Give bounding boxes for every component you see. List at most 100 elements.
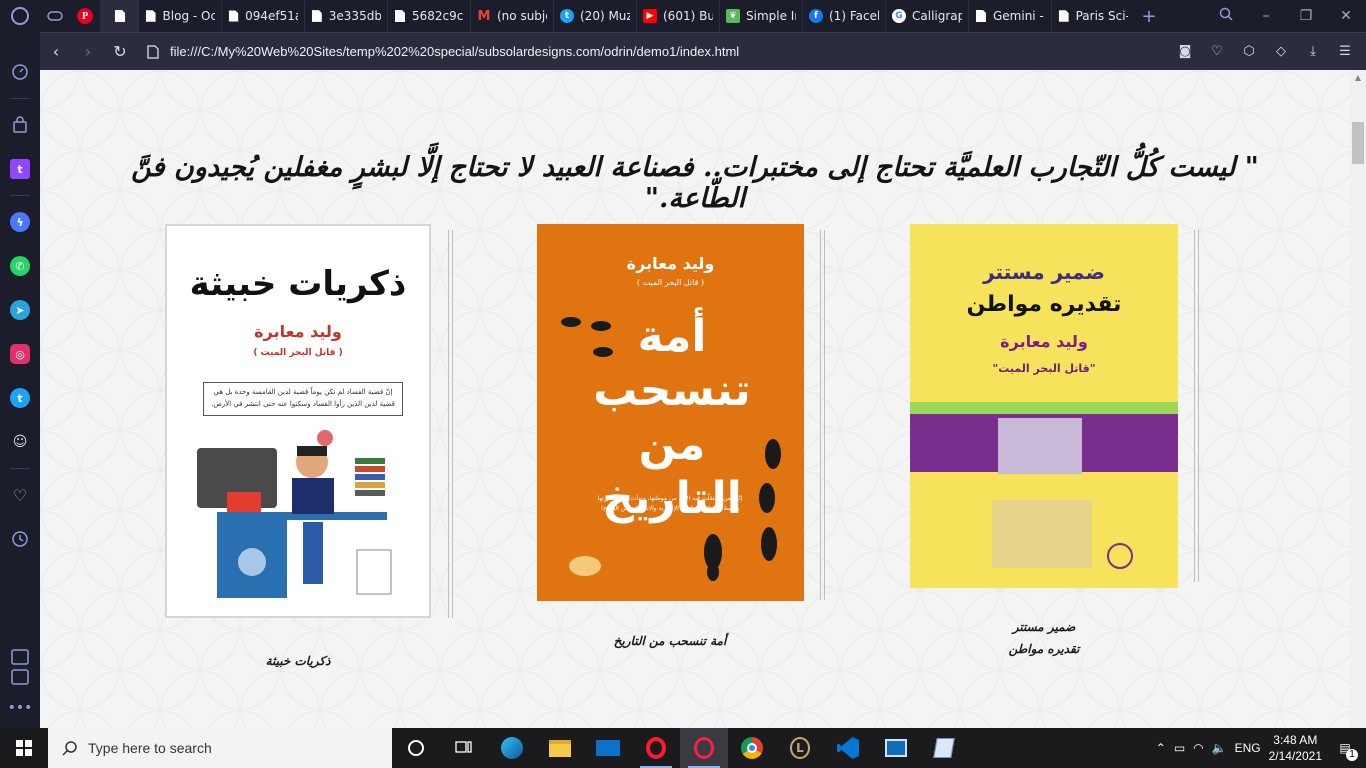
caption-line: أمة تنسحب من التاريخ [613, 634, 727, 648]
close-button[interactable]: ✕ [1326, 8, 1366, 24]
notification-button[interactable]: ▤ 1 [1330, 741, 1360, 761]
tab-file-1[interactable]: 094ef51a [221, 0, 304, 32]
tab-search-button[interactable] [1206, 7, 1246, 25]
footprints-illustration [561, 317, 781, 581]
book-cover-3[interactable]: ضمير مستتر تقديره مواطن وليد معابرة "قات… [910, 224, 1178, 588]
taskbar-opera[interactable] [632, 728, 680, 768]
new-tab-button[interactable]: + [1134, 6, 1164, 27]
taskbar-search[interactable]: Type here to search [48, 728, 392, 768]
cover-subtitle: ( قاتل البحر الميت ) [636, 278, 705, 287]
tab-google[interactable]: G Calligrap [885, 0, 968, 32]
taskbar-vscode[interactable] [824, 728, 872, 768]
sidebar-twitter[interactable]: t [0, 376, 40, 420]
task-view-button[interactable] [440, 728, 488, 768]
wallet-button[interactable]: ◇ [1266, 44, 1296, 59]
photos-icon [885, 739, 907, 757]
tab-title: 094ef51a [245, 9, 298, 23]
sidebar-whatsapp[interactable]: ✆ [0, 244, 40, 288]
wifi-icon[interactable]: ◠ [1193, 741, 1203, 755]
volume-icon[interactable]: 🔈 [1212, 741, 1227, 755]
start-button[interactable] [0, 728, 48, 768]
document-icon [311, 10, 322, 22]
cortana-button[interactable] [392, 728, 440, 768]
taskbar-photos[interactable] [872, 728, 920, 768]
tab-file-3[interactable]: 5682c9c [387, 0, 470, 32]
tab-facebook[interactable]: f (1) Faceb [802, 0, 885, 32]
book-caption-1[interactable]: ذكريات خبيثة [198, 650, 398, 672]
taskbar-mail[interactable] [584, 728, 632, 768]
settings-sliders-icon: ☰ [1339, 44, 1351, 59]
sidebar-history[interactable] [0, 517, 40, 561]
vertical-scrollbar[interactable]: ▲ [1350, 70, 1366, 728]
taskbar-edge[interactable] [488, 728, 536, 768]
reload-button[interactable]: ↻ [104, 33, 136, 71]
tab-gmail[interactable]: M (no subje [470, 0, 553, 32]
sidebar-messenger[interactable]: ϟ [0, 200, 40, 244]
taskbar-league[interactable]: L [776, 728, 824, 768]
vscode-icon [837, 737, 859, 759]
search-icon [62, 741, 77, 756]
document-icon [1058, 10, 1069, 22]
notification-count: 1 [1346, 749, 1358, 761]
heart-icon: ♡ [12, 485, 28, 505]
sidebar-divider [10, 98, 30, 99]
page-info-button[interactable] [136, 44, 170, 59]
windows-logo-icon [16, 740, 32, 756]
download-icon: ⤓ [1310, 44, 1316, 59]
book-caption-2[interactable]: أمة تنسحب من التاريخ [570, 630, 770, 652]
more-icon[interactable]: ••• [8, 700, 33, 716]
tab-title: (601) Bul [663, 9, 713, 23]
forward-button[interactable]: › [72, 33, 104, 71]
gx-control-icon[interactable] [9, 648, 31, 688]
messenger-icon: ϟ [10, 212, 30, 232]
tray-chevron-icon[interactable]: ⌃ [1156, 741, 1166, 755]
tab-pinned-pinterest[interactable]: P [70, 0, 100, 32]
back-button[interactable]: ‹ [40, 33, 72, 71]
sidebar-twitch[interactable]: t [0, 147, 40, 191]
taskbar-file-explorer[interactable] [536, 728, 584, 768]
book-cover-2[interactable]: وليد معابرة ( قاتل البحر الميت ) أمة تنس… [537, 224, 804, 601]
search-placeholder: Type here to search [88, 740, 212, 756]
tab-twitter[interactable]: t (20) Muz [553, 0, 636, 32]
opera-sidebar: t ϟ ✆ ➤ ◎ t ☺ ♡ ••• [0, 32, 40, 728]
taskbar-chrome[interactable] [728, 728, 776, 768]
tab-current[interactable] [100, 0, 138, 32]
battery-icon[interactable]: ▭ [1174, 741, 1185, 755]
instagram-icon: ◎ [10, 344, 30, 364]
minimize-button[interactable]: – [1246, 8, 1286, 24]
tab-gemini[interactable]: Gemini - [968, 0, 1051, 32]
sidebar-shopping[interactable] [0, 103, 40, 147]
cover-blurb: إنّ قضية الفساد لم تكن يوماً قضية لدين ا… [203, 382, 403, 416]
tab-paris[interactable]: Paris Sci- [1051, 0, 1134, 32]
opera-menu-button[interactable] [0, 0, 40, 32]
sidebar-speed-dial[interactable] [0, 50, 40, 94]
clock[interactable]: 3:48 AM 2/14/2021 [1269, 732, 1322, 764]
book-caption-3[interactable]: ضمير مستتر تقديره مواطن [944, 616, 1144, 660]
snapshot-button[interactable]: ◙ [1170, 44, 1200, 59]
divider-line [1194, 230, 1199, 582]
tab-blog[interactable]: Blog - Oc [138, 0, 221, 32]
bookmark-button[interactable]: ♡ [1202, 44, 1232, 59]
tab-youtube[interactable]: ▶ (601) Bul [636, 0, 719, 32]
document-icon [147, 44, 159, 59]
clock-icon [12, 531, 28, 547]
taskbar-notes[interactable] [920, 728, 968, 768]
tab-pinned-gx[interactable] [40, 0, 70, 32]
sidebar-telegram[interactable]: ➤ [0, 288, 40, 332]
twitter-icon: t [560, 9, 574, 23]
sidebar-discord[interactable]: ☺ [0, 420, 40, 464]
downloads-button[interactable]: ⤓ [1298, 44, 1328, 59]
easy-setup-button[interactable]: ☰ [1330, 44, 1360, 59]
sidebar-favorites[interactable]: ♡ [0, 473, 40, 517]
tab-simple[interactable]: ❦ Simple In [719, 0, 802, 32]
tab-file-2[interactable]: 3e335db [304, 0, 387, 32]
book-cover-1[interactable]: ذكريات خبيثة وليد معابرة ( قاتل البحر ال… [165, 224, 431, 618]
taskbar-opera-gx[interactable] [680, 728, 728, 768]
url-field[interactable]: file:///C:/My%20Web%20Sites/temp%202%20s… [170, 44, 1170, 59]
sidebar-instagram[interactable]: ◎ [0, 332, 40, 376]
scroll-up-arrow[interactable]: ▲ [1350, 70, 1366, 86]
extensions-button[interactable]: ⬡ [1234, 44, 1264, 59]
restore-button[interactable]: ❐ [1286, 8, 1326, 24]
scrollbar-thumb[interactable] [1352, 122, 1364, 164]
language-indicator[interactable]: ENG [1235, 741, 1261, 755]
